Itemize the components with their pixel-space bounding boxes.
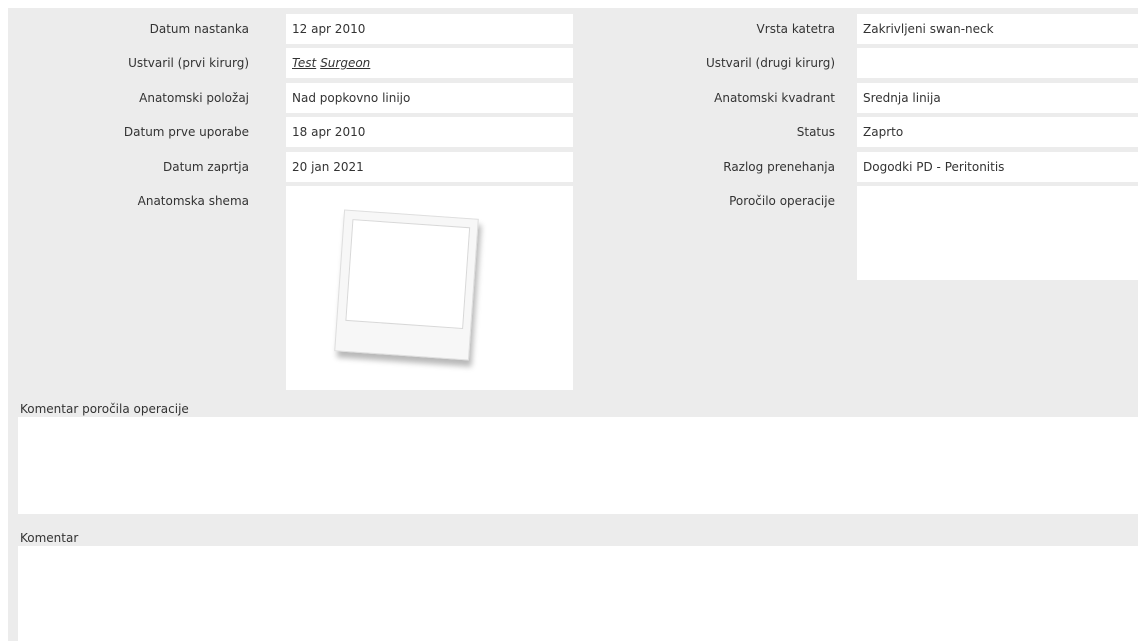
first-surgeon-name-link[interactable]: Test — [292, 56, 316, 70]
operation-report-label: Poročilo operacije — [729, 194, 835, 208]
first-surgeon-surname-link[interactable]: Surgeon — [320, 56, 370, 70]
second-surgeon-label: Ustvaril (drugi kirurg) — [705, 56, 835, 70]
catheter-type-field[interactable]: Zakrivljeni swan-neck — [857, 14, 1138, 44]
catheter-type-label: Vrsta katetra — [756, 22, 835, 36]
first-surgeon-label: Ustvaril (prvi kirurg) — [128, 56, 249, 70]
creation-date-field[interactable]: 12 apr 2010 — [286, 14, 573, 44]
status-field[interactable]: Zaprto — [857, 117, 1138, 147]
operation-report-field[interactable] — [857, 186, 1138, 280]
first-use-date-field[interactable]: 18 apr 2010 — [286, 117, 573, 147]
comment-label: Komentar — [20, 531, 79, 545]
operation-report-comment-label: Komentar poročila operacije — [20, 402, 189, 416]
anatomical-quadrant-label: Anatomski kvadrant — [714, 91, 835, 105]
anatomical-scheme-label: Anatomska shema — [137, 194, 249, 208]
photo-placeholder-icon — [334, 209, 479, 361]
anatomical-scheme-image[interactable] — [286, 186, 573, 390]
operation-report-comment-textarea[interactable] — [18, 417, 1138, 514]
termination-reason-field[interactable]: Dogodki PD - Peritonitis — [857, 152, 1138, 182]
creation-date-label: Datum nastanka — [149, 22, 249, 36]
termination-reason-label: Razlog prenehanja — [723, 160, 835, 174]
closure-date-label: Datum zaprtja — [162, 160, 249, 174]
closure-date-field[interactable]: 20 jan 2021 — [286, 152, 573, 182]
anatomical-position-field[interactable]: Nad popkovno linijo — [286, 83, 573, 113]
anatomical-quadrant-field[interactable]: Srednja linija — [857, 83, 1138, 113]
photo-placeholder-inner — [345, 219, 471, 330]
status-label: Status — [796, 125, 835, 139]
comment-textarea[interactable] — [18, 546, 1138, 641]
second-surgeon-field[interactable] — [857, 48, 1138, 78]
first-surgeon-field[interactable]: Test Surgeon — [286, 48, 573, 78]
first-use-date-label: Datum prve uporabe — [123, 125, 249, 139]
anatomical-position-label: Anatomski položaj — [139, 91, 249, 105]
